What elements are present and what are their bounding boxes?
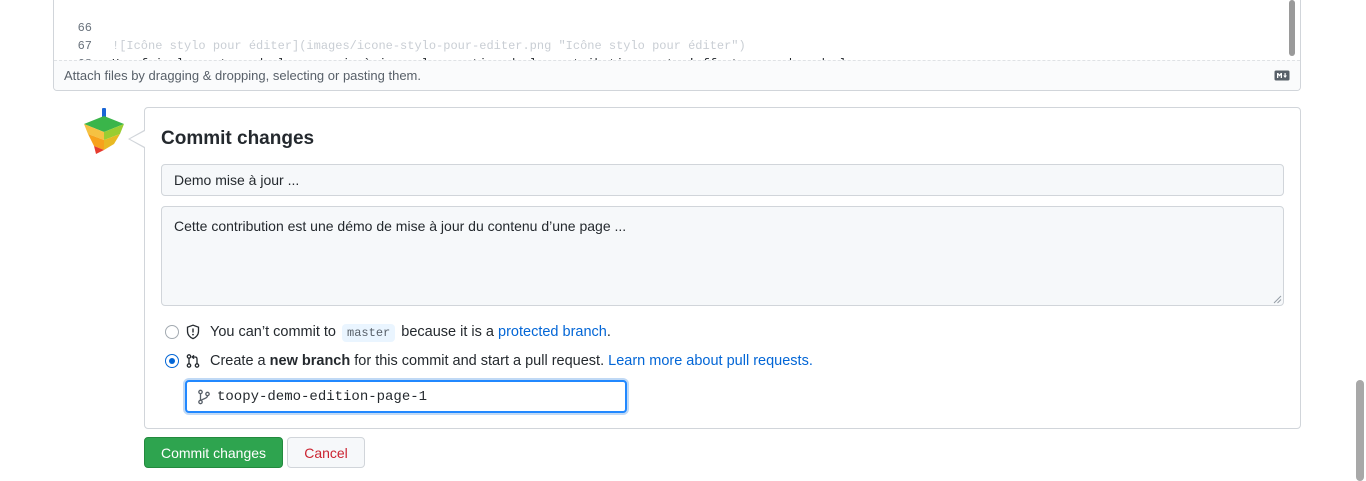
protected-branch-link[interactable]: protected branch <box>498 324 607 340</box>
attach-hint: Attach files by dragging & dropping, sel… <box>64 68 421 83</box>
cancel-button[interactable]: Cancel <box>287 437 365 468</box>
markdown-icon[interactable] <box>1274 70 1290 81</box>
learn-more-pull-requests-link[interactable]: Learn more about pull requests. <box>608 353 813 369</box>
commit-summary-input[interactable] <box>161 164 1284 196</box>
option-branch-middle: for this commit and start a pull request… <box>354 353 605 369</box>
create-new-branch-radio[interactable] <box>165 354 179 368</box>
shield-icon <box>186 324 200 340</box>
commit-description-textarea[interactable]: Cette contribution est une démo de mise … <box>161 206 1284 306</box>
option-master-suffix: . <box>606 324 611 340</box>
branch-name-badge: master <box>342 324 396 342</box>
file-editor[interactable]: 66 ![Icône stylo pour éditer](images/ico… <box>53 0 1301 91</box>
branch-name-input[interactable] <box>217 385 617 409</box>
option-master-prefix: You can’t commit to <box>210 324 336 340</box>
page-scrollbar[interactable] <box>1356 380 1364 481</box>
code-line[interactable]: 67 Une fois le contenu de la page mis à … <box>54 19 1286 71</box>
option-master-middle: because it is a <box>401 324 494 340</box>
code-area[interactable]: 66 ![Icône stylo pour éditer](images/ico… <box>54 0 1300 71</box>
commit-title: Commit changes <box>161 128 315 149</box>
option-branch-prefix: Create a <box>210 353 266 369</box>
code-line[interactable]: 68 <box>54 37 1286 71</box>
avatar <box>84 108 124 154</box>
code-line[interactable]: 66 ![Icône stylo pour éditer](images/ico… <box>54 1 1286 53</box>
git-branch-icon <box>198 389 210 405</box>
resize-grip-icon[interactable] <box>1273 295 1282 304</box>
option-branch-bold: new branch <box>269 353 351 369</box>
commit-changes-button[interactable]: Commit changes <box>144 437 283 468</box>
commit-box-pointer-inner <box>130 131 145 147</box>
branch-name-field[interactable] <box>185 380 627 413</box>
commit-to-master-radio[interactable] <box>165 325 179 339</box>
editor-scrollbar[interactable] <box>1289 0 1295 56</box>
attach-files-bar[interactable]: Attach files by dragging & dropping, sel… <box>54 60 1300 90</box>
pull-request-icon <box>186 354 200 368</box>
commit-form: Commit changes Cette contribution est un… <box>144 107 1301 429</box>
